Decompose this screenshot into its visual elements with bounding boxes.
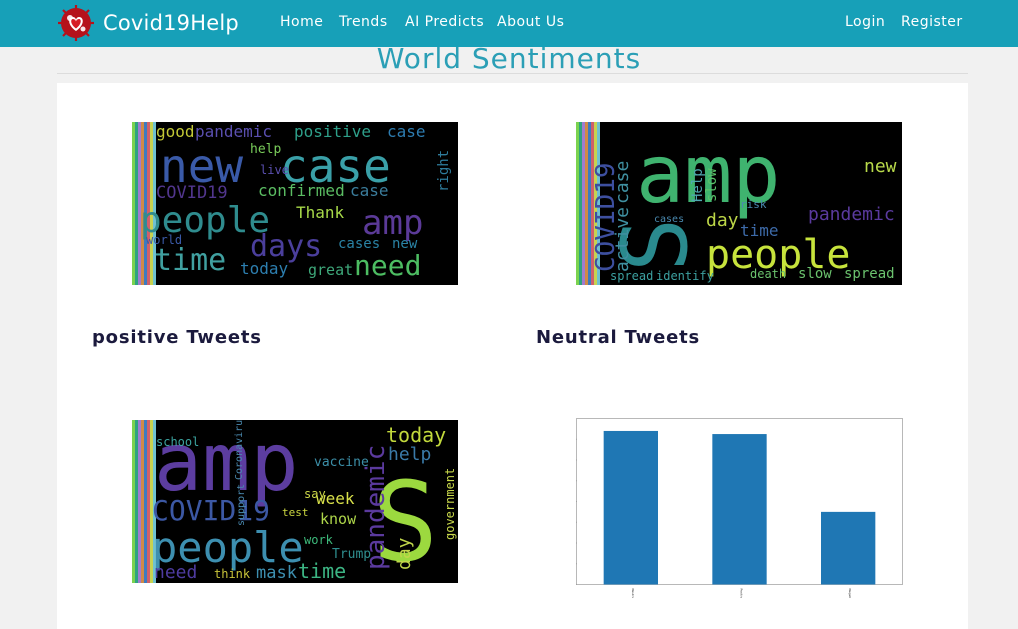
svg-text:Thank: Thank <box>296 203 345 222</box>
wordcloud-neutral-image: amp S COVID19 active case Help slow peop… <box>576 122 902 285</box>
x-tick-label: Neutral <box>631 589 635 599</box>
svg-text:know: know <box>320 510 357 528</box>
title-divider <box>57 73 968 74</box>
virus-heart-logo-icon <box>58 5 94 41</box>
sentiment-bar-chart: Neutral Positive Negative <box>574 418 903 602</box>
svg-text:need: need <box>354 249 421 282</box>
svg-text:vaccine: vaccine <box>314 455 369 470</box>
svg-text:test: test <box>282 506 309 519</box>
brand-name: Covid19Help <box>103 11 239 35</box>
svg-text:case: case <box>387 122 426 141</box>
svg-text:government: government <box>443 468 457 540</box>
svg-text:right: right <box>436 150 452 192</box>
svg-text:spread: spread <box>844 266 895 282</box>
svg-text:day: day <box>706 210 739 231</box>
brand[interactable]: Covid19Help <box>57 4 239 42</box>
svg-text:slow: slow <box>798 266 832 282</box>
nav-ai-predicts-link[interactable]: AI Predicts <box>405 14 484 30</box>
svg-text:help: help <box>250 142 281 157</box>
wordcloud-positive-image: good pandemic positive case new case hel… <box>132 122 458 285</box>
svg-text:identify: identify <box>656 269 714 283</box>
nav-register-link[interactable]: Register <box>901 14 963 30</box>
x-tick-label: Positive <box>740 589 744 599</box>
neutral-tweets-caption: Neutral Tweets <box>536 327 701 348</box>
svg-text:confirmed: confirmed <box>258 181 345 200</box>
svg-text:day: day <box>394 537 415 570</box>
svg-text:say: say <box>304 487 326 501</box>
bar-neutral <box>603 430 658 585</box>
svg-text:case: case <box>350 181 389 200</box>
svg-text:live: live <box>260 163 289 177</box>
svg-text:cases: cases <box>654 214 684 225</box>
svg-text:great: great <box>308 261 353 279</box>
nav-login-link[interactable]: Login <box>845 14 885 30</box>
top-navbar: Covid19Help Home Trends AI Predicts Abou… <box>0 0 1018 47</box>
svg-text:death: death <box>750 267 786 281</box>
svg-text:need: need <box>154 562 197 583</box>
nav-about-us-link[interactable]: About Us <box>497 14 564 30</box>
bar-negative <box>821 511 876 585</box>
nav-trends-link[interactable]: Trends <box>339 14 388 30</box>
svg-text:Coronavirus: Coronavirus <box>234 420 245 480</box>
svg-text:new: new <box>864 156 897 177</box>
svg-text:school: school <box>156 435 199 449</box>
x-tick-label: Negative <box>848 589 852 599</box>
positive-tweets-caption: positive Tweets <box>92 327 262 348</box>
svg-text:time: time <box>154 243 226 278</box>
page-title: World Sentiments <box>376 42 642 75</box>
svg-text:mask: mask <box>256 563 297 583</box>
svg-text:time: time <box>740 221 779 240</box>
wordcloud-negative-image: amp school COVID19 today help people S p… <box>132 420 458 583</box>
svg-text:risk: risk <box>740 198 767 211</box>
svg-text:slow: slow <box>704 168 720 202</box>
svg-text:case: case <box>612 161 633 204</box>
bar-positive <box>712 434 767 585</box>
svg-text:today: today <box>240 259 289 278</box>
svg-text:think: think <box>214 567 251 581</box>
svg-text:work: work <box>304 533 334 547</box>
svg-text:support: support <box>236 484 247 526</box>
nav-home-link[interactable]: Home <box>280 14 323 30</box>
svg-text:active: active <box>612 207 633 272</box>
svg-text:pandemic: pandemic <box>808 204 895 225</box>
svg-text:spread: spread <box>610 269 653 283</box>
svg-text:world: world <box>146 233 182 247</box>
svg-text:time: time <box>298 559 346 583</box>
